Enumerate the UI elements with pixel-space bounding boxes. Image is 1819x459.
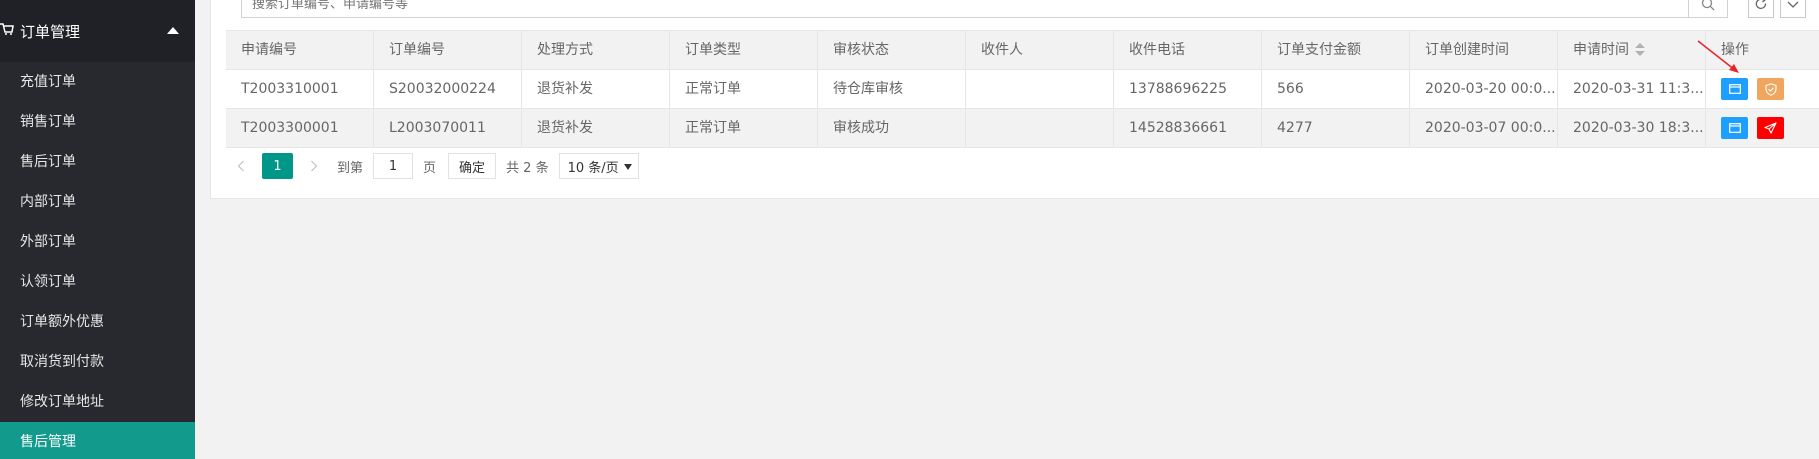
view-button[interactable]: [1721, 117, 1748, 139]
table-row: T2003300001 L2003070011 退货补发 正常订单 审核成功 1…: [226, 109, 1819, 148]
column-header-label: 申请时间: [1573, 42, 1629, 58]
chevron-down-icon: [1787, 1, 1799, 8]
cart-icon: [0, 22, 20, 40]
audit-button[interactable]: [1757, 78, 1784, 100]
current-page[interactable]: 1: [262, 153, 293, 179]
sidebar-item-modify-address[interactable]: 修改订单地址: [0, 382, 195, 422]
sidebar: 订单管理 充值订单 销售订单 售后订单 内部订单 外部订单 认领订单 订单额外优…: [0, 0, 195, 459]
page-size-value: 10 条/页: [567, 160, 619, 176]
goto-label: 到第: [337, 160, 364, 176]
sidebar-item-internal-orders[interactable]: 内部订单: [0, 182, 195, 222]
column-header: 订单类型: [670, 31, 818, 69]
cell-method: 退货补发: [522, 70, 670, 108]
next-page-button[interactable]: [299, 160, 329, 172]
sidebar-item-aftersale-orders[interactable]: 售后订单: [0, 142, 195, 182]
view-icon: [1728, 84, 1741, 94]
caret-up-icon: [167, 27, 179, 34]
goto-page-input[interactable]: 1: [373, 153, 414, 179]
sidebar-item-cancel-cod[interactable]: 取消货到付款: [0, 342, 195, 382]
sidebar-item-sales-orders[interactable]: 销售订单: [0, 102, 195, 142]
cell-actions: [1706, 109, 1819, 147]
cell-status: 待仓库审核: [818, 70, 966, 108]
table-header-row: 申请编号 订单编号 处理方式 订单类型 审核状态 收件人 收件电话 订单支付金额…: [226, 31, 1819, 70]
cell-amount: 4277: [1262, 109, 1410, 147]
cell-receiver: [966, 70, 1114, 108]
cell-applied: 2020-03-31 11:3...: [1558, 70, 1706, 108]
refresh-icon: [1755, 0, 1767, 10]
column-header: 订单支付金额: [1262, 31, 1410, 69]
column-header: 处理方式: [522, 31, 670, 69]
cell-order-no: L2003070011: [374, 109, 522, 147]
column-header: 订单编号: [374, 31, 522, 69]
column-header: 审核状态: [818, 31, 966, 69]
view-button[interactable]: [1721, 78, 1748, 100]
view-icon: [1728, 123, 1741, 133]
sort-icon[interactable]: [1635, 43, 1645, 57]
chevron-right-icon: [311, 160, 318, 172]
cell-receiver: [966, 109, 1114, 147]
column-header: 收件人: [966, 31, 1114, 69]
search-button[interactable]: [1688, 0, 1728, 18]
search-icon: [1701, 0, 1715, 11]
cell-phone: 14528836661: [1114, 109, 1262, 147]
cell-method: 退货补发: [522, 109, 670, 147]
sidebar-item-extra-discount[interactable]: 订单额外优惠: [0, 302, 195, 342]
filter-toggle-button[interactable]: [1780, 0, 1806, 18]
column-header: 收件电话: [1114, 31, 1262, 69]
pagination: 1 到第 1 页 确定 共 2 条 10 条/页: [226, 152, 639, 180]
chevron-left-icon: [237, 160, 244, 172]
sidebar-group-title: 订单管理: [20, 22, 81, 41]
goto-confirm-button[interactable]: 确定: [448, 153, 497, 179]
sidebar-item-external-orders[interactable]: 外部订单: [0, 222, 195, 262]
annotation-arrow-icon: [1697, 40, 1739, 73]
send-button[interactable]: [1757, 117, 1784, 139]
sidebar-item-recharge-orders[interactable]: 充值订单: [0, 62, 195, 102]
search-box[interactable]: [241, 0, 1690, 18]
send-icon: [1764, 122, 1777, 134]
prev-page-button[interactable]: [226, 160, 256, 172]
table-row: T2003310001 S20032000224 退货补发 正常订单 待仓库审核…: [226, 70, 1819, 109]
sidebar-item-aftersale-management[interactable]: 售后管理: [0, 422, 195, 459]
cell-order-no: S20032000224: [374, 70, 522, 108]
sidebar-item-claim-orders[interactable]: 认领订单: [0, 262, 195, 302]
cell-applied: 2020-03-30 18:3...: [1558, 109, 1706, 147]
cell-created: 2020-03-20 00:0...: [1410, 70, 1558, 108]
page-size-select[interactable]: 10 条/页: [558, 153, 639, 179]
cell-status: 审核成功: [818, 109, 966, 147]
column-header-sortable[interactable]: 申请时间: [1558, 31, 1706, 69]
refresh-button[interactable]: [1748, 0, 1774, 18]
cell-amount: 566: [1262, 70, 1410, 108]
cell-apply-no: T2003310001: [226, 70, 374, 108]
cell-apply-no: T2003300001: [226, 109, 374, 147]
search-input[interactable]: [242, 0, 1642, 17]
aftersale-table: 申请编号 订单编号 处理方式 订单类型 审核状态 收件人 收件电话 订单支付金额…: [226, 30, 1819, 148]
column-header: 申请编号: [226, 31, 374, 69]
column-header: 订单创建时间: [1410, 31, 1558, 69]
page-unit-label: 页: [423, 160, 437, 176]
sidebar-group-order-management[interactable]: 订单管理: [0, 0, 195, 62]
dropdown-caret-icon: [623, 164, 632, 170]
cell-created: 2020-03-07 00:0...: [1410, 109, 1558, 147]
cell-phone: 13788696225: [1114, 70, 1262, 108]
cell-order-type: 正常订单: [670, 109, 818, 147]
audit-shield-icon: [1764, 82, 1777, 96]
total-count: 共 2 条: [506, 160, 549, 176]
cell-order-type: 正常订单: [670, 70, 818, 108]
